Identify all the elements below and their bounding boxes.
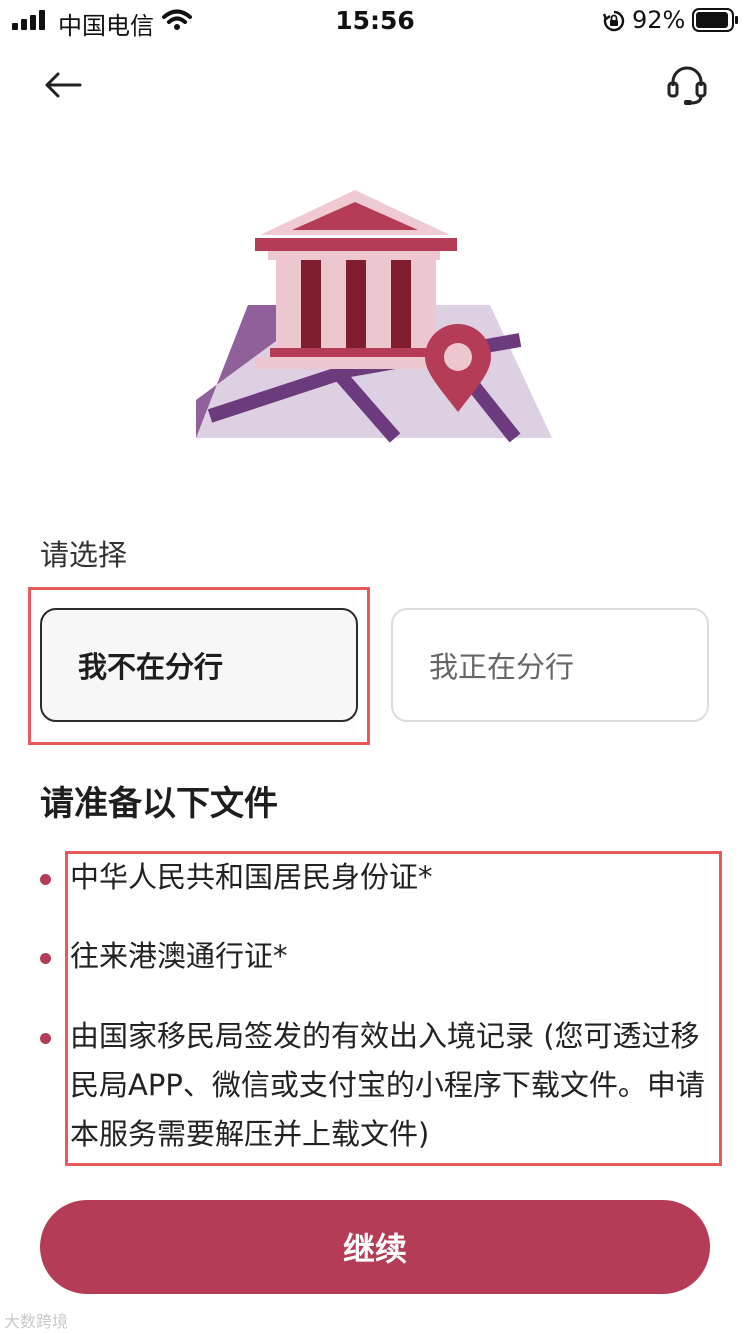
orientation-lock-icon [602,10,625,32]
select-prompt: 请选择 [40,538,128,572]
back-arrow-icon[interactable] [40,62,86,108]
status-bar: 中国电信 15:56 92% [0,0,750,40]
bank-map-illustration [196,190,552,443]
headset-icon[interactable] [664,62,710,108]
battery-icon [692,8,738,32]
continue-button[interactable]: 继续 [40,1200,710,1294]
bullet-dot [40,1033,51,1044]
highlight-box-option [28,587,370,745]
option-label: 我正在分行 [429,650,575,684]
documents-heading: 请准备以下文件 [40,784,278,824]
bullet-dot [40,874,51,885]
watermark: 大数跨境 [4,1312,69,1331]
battery-percent: 92% [632,6,686,34]
highlight-box-documents [65,851,722,1166]
option-at-branch[interactable]: 我正在分行 [391,608,709,722]
bullet-dot [40,953,51,964]
